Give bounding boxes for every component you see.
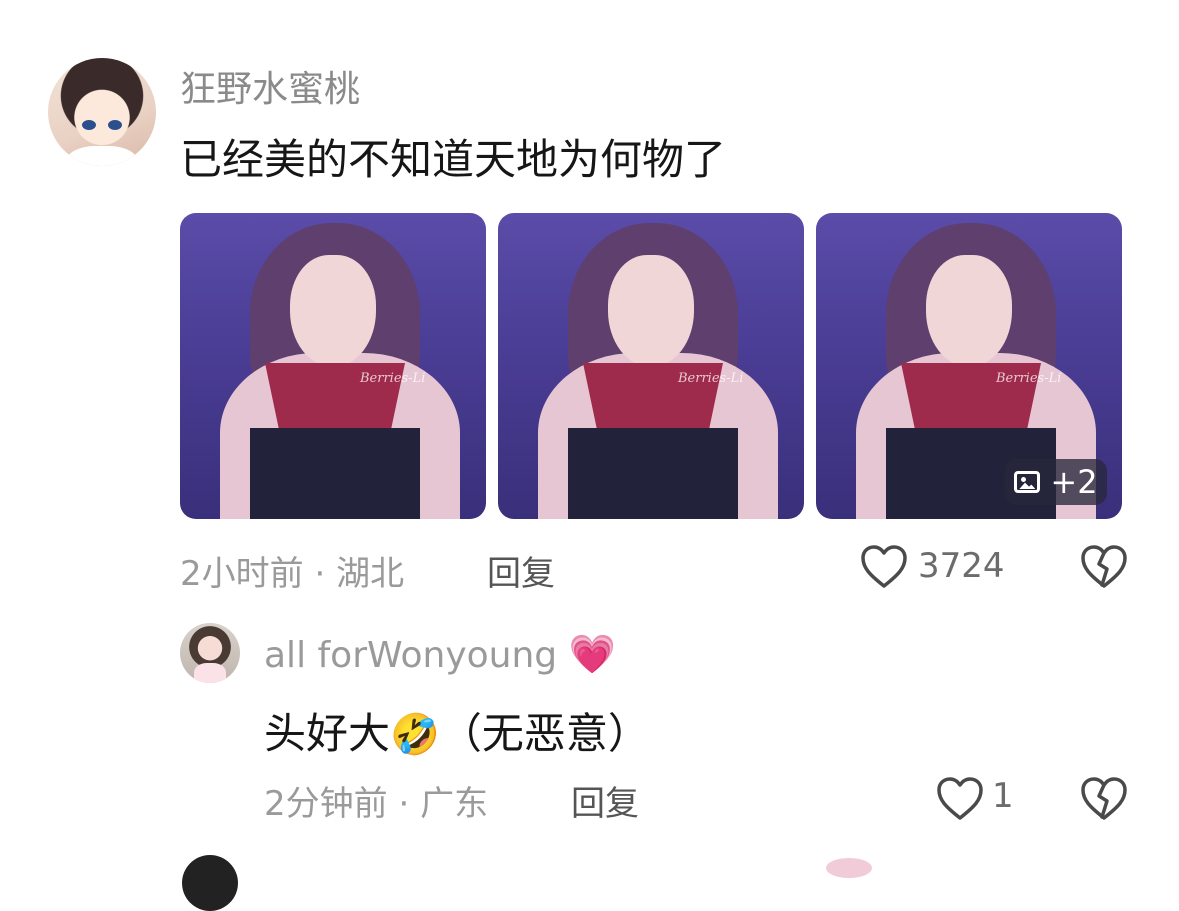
avatar-eye-left	[82, 120, 96, 130]
like-button[interactable]	[860, 544, 908, 590]
more-images-count: +2	[1050, 463, 1098, 501]
reply-time: 2分钟前	[264, 784, 388, 824]
reply-text-suffix: （无恶意）	[439, 709, 650, 758]
comment-location: 湖北	[336, 554, 405, 594]
commenter-username[interactable]: 狂野水蜜桃	[180, 60, 360, 112]
comment-time: 2小时前	[180, 554, 304, 594]
photo-outfit-top	[250, 428, 420, 519]
comment-photo-2[interactable]: Berries-Li	[498, 213, 804, 519]
comment-meta: 2小时前 · 湖北	[180, 546, 404, 595]
photo-watermark: Berries-Li	[360, 371, 426, 386]
reply-button[interactable]: 回复	[487, 546, 555, 595]
broken-heart-outline-icon	[1081, 777, 1127, 820]
heart-outline-icon	[937, 777, 983, 820]
heart-outline-icon	[861, 545, 907, 588]
commenter-avatar[interactable]	[48, 58, 156, 166]
reply-to-reply-button[interactable]: 回复	[571, 776, 639, 825]
like-count: 3724	[918, 546, 1005, 586]
comment-photo-1[interactable]: Berries-Li	[180, 213, 486, 519]
rolling-laughing-emoji-icon: 🤣	[390, 712, 440, 758]
reply-username[interactable]: all forWonyoung	[264, 635, 557, 676]
next-comment-emoji-partial	[826, 858, 872, 878]
reply-like-count: 1	[992, 776, 1014, 816]
reply-meta: 2分钟前 · 广东	[264, 776, 488, 825]
meta-separator: ·	[398, 784, 410, 824]
photo-outfit-top	[568, 428, 738, 519]
photo-subject-face	[926, 255, 1012, 367]
avatar-outfit	[194, 663, 226, 683]
next-comment-avatar[interactable]	[182, 855, 238, 911]
reply-like-button[interactable]	[936, 776, 984, 822]
image-icon	[1014, 471, 1041, 493]
reply-location: 广东	[420, 784, 489, 824]
dislike-button[interactable]	[1080, 544, 1128, 590]
reply-text: 头好大🤣（无恶意）	[264, 700, 650, 761]
meta-separator: ·	[314, 554, 326, 594]
avatar-shirt	[66, 146, 138, 166]
photo-subject-face	[290, 255, 376, 367]
photo-watermark: Berries-Li	[996, 371, 1062, 386]
photo-subject-face	[608, 255, 694, 367]
reply-dislike-button[interactable]	[1080, 776, 1128, 822]
photo-watermark: Berries-Li	[678, 371, 744, 386]
more-images-badge[interactable]: +2	[1005, 459, 1107, 505]
reply-avatar[interactable]	[180, 623, 240, 683]
pink-heart-emoji-icon: 💗	[568, 632, 616, 676]
broken-heart-outline-icon	[1081, 545, 1127, 588]
reply-username-row[interactable]: all forWonyoung 💗	[264, 632, 616, 677]
reply-text-main: 头好大	[264, 709, 391, 758]
comment-text: 已经美的不知道天地为何物了	[180, 135, 727, 184]
avatar-eye-right	[108, 120, 122, 130]
